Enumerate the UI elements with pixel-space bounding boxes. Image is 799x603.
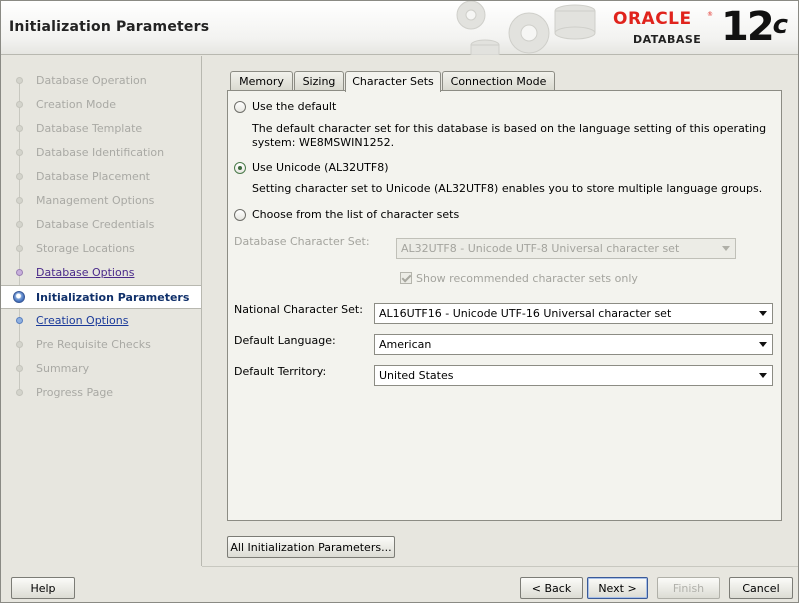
step-database-placement: Database Placement xyxy=(1,165,201,189)
step-indicator-icon xyxy=(16,221,23,228)
step-storage-locations: Storage Locations xyxy=(1,237,201,261)
step-progress-page: Progress Page xyxy=(1,381,201,405)
step-indicator-icon xyxy=(16,101,23,108)
back-button[interactable]: < Back xyxy=(520,577,583,599)
default-territory-label: Default Territory: xyxy=(234,365,327,378)
default-language-select[interactable]: American xyxy=(374,334,773,355)
show-recommended-checkbox xyxy=(400,272,412,284)
next-button[interactable]: Next > xyxy=(587,577,648,599)
step-indicator-icon xyxy=(16,245,23,252)
step-summary: Summary xyxy=(1,357,201,381)
tab-memory[interactable]: Memory xyxy=(230,71,293,91)
step-database-operation: Database Operation xyxy=(1,69,201,93)
default-territory-select[interactable]: United States xyxy=(374,365,773,386)
chevron-down-icon xyxy=(759,311,767,316)
step-indicator-icon xyxy=(16,173,23,180)
current-step-icon xyxy=(13,291,25,303)
tab-sizing[interactable]: Sizing xyxy=(294,71,344,91)
step-indicator-icon xyxy=(16,365,23,372)
help-button[interactable]: Help xyxy=(11,577,75,599)
version-badge: 12c xyxy=(721,4,789,50)
use-default-label[interactable]: Use the default xyxy=(252,100,336,113)
default-description-system: system: WE8MSWIN1252. xyxy=(252,136,395,149)
character-sets-panel: Use the default The default character se… xyxy=(227,90,782,521)
default-language-label: Default Language: xyxy=(234,334,336,347)
tab-connection-mode[interactable]: Connection Mode xyxy=(442,71,555,91)
use-unicode-radio[interactable] xyxy=(234,162,246,174)
choose-from-list-radio[interactable] xyxy=(234,209,246,221)
footer-divider xyxy=(202,566,798,567)
step-database-credentials: Database Credentials xyxy=(1,213,201,237)
use-unicode-label[interactable]: Use Unicode (AL32UTF8) xyxy=(252,161,388,174)
all-initialization-parameters-button[interactable]: All Initialization Parameters... xyxy=(227,536,395,558)
finish-button: Finish xyxy=(657,577,720,599)
unicode-description: Setting character set to Unicode (AL32UT… xyxy=(252,182,763,195)
national-charset-select[interactable]: AL16UTF16 - Unicode UTF-16 Universal cha… xyxy=(374,303,773,324)
step-creation-options[interactable]: Creation Options xyxy=(1,309,201,333)
show-recommended-label: Show recommended character sets only xyxy=(416,272,638,285)
step-indicator-icon xyxy=(16,269,23,276)
step-indicator-icon xyxy=(16,341,23,348)
step-pre-requisite-checks: Pre Requisite Checks xyxy=(1,333,201,357)
db-charset-label: Database Character Set: xyxy=(234,235,370,248)
step-management-options: Management Options xyxy=(1,189,201,213)
page-title: Initialization Parameters xyxy=(9,19,210,35)
step-database-identification: Database Identification xyxy=(1,141,201,165)
header-gears-graphic xyxy=(456,1,596,55)
choose-from-list-label[interactable]: Choose from the list of character sets xyxy=(252,208,459,221)
chevron-down-icon xyxy=(722,246,730,251)
use-default-radio[interactable] xyxy=(234,101,246,113)
step-indicator-icon xyxy=(16,77,23,84)
step-creation-mode: Creation Mode xyxy=(1,93,201,117)
step-initialization-parameters[interactable]: Initialization Parameters xyxy=(1,285,201,309)
db-charset-select: AL32UTF8 - Unicode UTF-8 Universal chara… xyxy=(396,238,736,259)
tab-character-sets[interactable]: Character Sets xyxy=(345,71,441,92)
default-description: The default character set for this datab… xyxy=(252,122,767,135)
chevron-down-icon xyxy=(759,373,767,378)
oracle-logo: ORACLE ® DATABASE xyxy=(613,9,713,46)
installer-window: Initialization Parameters ORACLE ® DATAB… xyxy=(0,0,799,603)
header-banner: Initialization Parameters ORACLE ® DATAB… xyxy=(1,1,798,55)
national-charset-label: National Character Set: xyxy=(234,303,363,316)
step-indicator-icon xyxy=(16,197,23,204)
step-indicator-icon xyxy=(16,389,23,396)
step-indicator-icon xyxy=(16,125,23,132)
step-database-template: Database Template xyxy=(1,117,201,141)
step-indicator-icon xyxy=(16,149,23,156)
step-indicator-icon xyxy=(16,317,23,324)
chevron-down-icon xyxy=(759,342,767,347)
cancel-button[interactable]: Cancel xyxy=(729,577,793,599)
wizard-steps-sidebar: Database Operation Creation Mode Databas… xyxy=(1,56,202,566)
step-database-options[interactable]: Database Options xyxy=(1,261,201,285)
